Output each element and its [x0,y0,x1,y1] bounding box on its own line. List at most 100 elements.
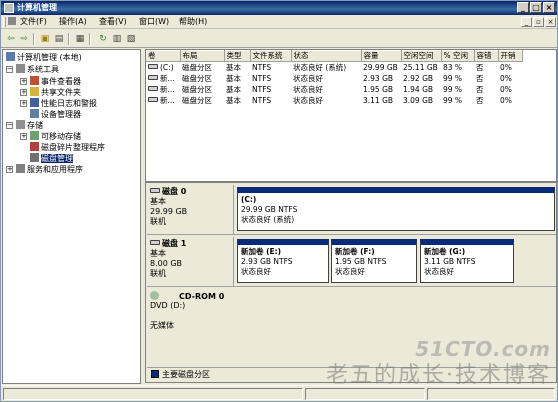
minimize-button[interactable]: _ [517,2,529,13]
tree-item-system-tools[interactable]: 系统工具 [16,64,59,75]
tree-item-perf-logs[interactable]: 性能日志和警报 [30,98,97,109]
disk-management-icon [30,153,39,162]
mdi-minimize-button[interactable]: _ [521,17,532,27]
volume-list: 卷 布局 类型 文件系统 状态 容量 空闲空间 % 空闲 容错 开销 (C:) … [145,49,557,182]
volume-table-header: 卷 布局 类型 文件系统 状态 容量 空闲空间 % 空闲 容错 开销 [146,50,523,62]
expand-icon[interactable]: + [6,166,13,173]
console-tree: 计算机管理 (本地) − 系统工具 + 事件查看器 + 共享文件夹 + 性能日志… [2,49,141,384]
expand-icon[interactable]: + [20,100,27,107]
title-bar[interactable]: 计算机管理 _ □ × [1,1,557,15]
partition-legend: 主要磁盘分区 [147,367,556,381]
menu-window[interactable]: 窗口(W) [139,17,169,27]
tree-item-removable-storage[interactable]: 可移动存储 [30,131,81,142]
table-row[interactable]: (C:) 磁盘分区 基本 NTFS 状态良好 (系统) 29.99 GB 25.… [146,62,522,74]
volume-table: 卷 布局 类型 文件系统 状态 容量 空闲空间 % 空闲 容错 开销 (C:) … [146,50,523,106]
app-icon [4,3,14,13]
menu-file[interactable]: 文件(F) [20,17,47,27]
removable-storage-icon [30,131,39,140]
col-layout[interactable]: 布局 [180,50,225,62]
mdi-restore-button[interactable]: ▫ [533,17,544,27]
menu-action[interactable]: 操作(A) [59,17,87,27]
show-tree-icon[interactable]: ▤ [53,33,65,45]
disk-icon [150,188,160,193]
status-bar [1,385,557,401]
partition-g[interactable]: 新加卷 (G:) 3.11 GB NTFS 状态良好 [420,239,514,283]
menu-view[interactable]: 查看(V) [99,17,127,27]
volume-icon [148,64,158,69]
partition-f[interactable]: 新加卷 (F:) 1.95 GB NTFS 状态良好 [331,239,417,283]
graphical-disk-view: 磁盘 0 基本 29.99 GB 联机 (C:) 29.99 GB NTFS 状… [145,182,557,383]
cdrom-0-label[interactable]: CD-ROM 0 DVD (D:) 无媒体 [147,289,267,335]
col-overhead[interactable]: 开销 [498,50,523,62]
device-manager-icon [30,109,39,118]
performance-icon [30,98,39,107]
window-title: 计算机管理 [17,3,57,12]
volume-icon [148,86,158,91]
disk-0-row[interactable]: 磁盘 0 基本 29.99 GB 联机 (C:) 29.99 GB NTFS 状… [147,185,556,235]
tree-item-shared-folders[interactable]: 共享文件夹 [30,87,81,98]
expand-icon[interactable]: + [20,78,27,85]
menu-bar: 文件(F) 操作(A) 查看(V) 窗口(W) 帮助(H) _ ▫ × [1,15,557,29]
status-cell [3,388,303,400]
toolbar-separator [89,33,91,45]
table-row[interactable]: 新... 磁盘分区 基本 NTFS 状态良好 2.93 GB 2.92 GB 9… [146,73,522,84]
collapse-icon[interactable]: − [6,66,13,73]
cdrom-icon [150,291,159,300]
console-icon[interactable]: ▧ [125,33,137,45]
menu-help[interactable]: 帮助(H) [179,17,207,27]
back-icon[interactable]: ⇦ [5,33,17,45]
shared-folder-icon [30,87,39,96]
toolbar: ⇦ ⇨ ▣ ▤ ▦ ↻ ▥ ▧ [1,30,557,48]
mmc-doc-icon [8,17,16,25]
close-button[interactable]: × [543,2,555,13]
maximize-button[interactable]: □ [530,2,542,13]
disk-icon [150,240,160,245]
cdrom-0-row[interactable]: CD-ROM 0 DVD (D:) 无媒体 [147,289,556,335]
volume-icon [148,97,158,102]
defrag-icon [30,142,39,151]
tree-item-computer-management[interactable]: 计算机管理 (本地) [6,52,82,63]
col-volume[interactable]: 卷 [146,50,181,62]
forward-icon[interactable]: ⇨ [18,33,30,45]
table-row[interactable]: 新... 磁盘分区 基本 NTFS 状态良好 3.11 GB 3.09 GB 9… [146,95,522,106]
toolbar-separator [68,33,70,45]
up-folder-icon[interactable]: ▣ [39,33,51,45]
computer-icon [6,52,15,61]
status-cell [427,388,555,400]
disk-1-label[interactable]: 磁盘 1 基本 8.00 GB 联机 [147,237,234,286]
partition-e[interactable]: 新加卷 (E:) 2.93 GB NTFS 状态良好 [237,239,329,283]
expand-icon[interactable]: + [20,133,27,140]
col-filesystem[interactable]: 文件系统 [250,50,292,62]
partition-c[interactable]: (C:) 29.99 GB NTFS 状态良好 (系统) [237,187,555,231]
event-viewer-icon [30,76,39,85]
disk-0-label[interactable]: 磁盘 0 基本 29.99 GB 联机 [147,185,234,234]
table-row[interactable]: 新... 磁盘分区 基本 NTFS 状态良好 1.95 GB 1.94 GB 9… [146,84,522,95]
properties-icon[interactable]: ▦ [74,33,86,45]
primary-partition-swatch [151,370,159,378]
refresh-icon[interactable]: ↻ [97,33,109,45]
col-status[interactable]: 状态 [291,50,362,62]
mdi-close-button[interactable]: × [545,17,556,27]
col-fault-tolerance[interactable]: 容错 [474,50,499,62]
collapse-icon[interactable]: − [6,122,13,129]
col-free-space[interactable]: 空闲空间 [401,50,442,62]
services-icon [16,164,25,173]
tree-item-defrag[interactable]: 磁盘碎片整理程序 [30,142,105,153]
status-cell [305,388,425,400]
col-type[interactable]: 类型 [224,50,251,62]
tree-item-event-viewer[interactable]: 事件查看器 [30,76,81,87]
tree-item-services-apps[interactable]: 服务和应用程序 [16,164,83,175]
col-capacity[interactable]: 容量 [361,50,402,62]
storage-icon [16,120,25,129]
tree-item-device-manager[interactable]: 设备管理器 [30,109,81,120]
volume-icon [148,75,158,80]
tools-icon [16,64,25,73]
menu-grip [3,17,6,27]
export-icon[interactable]: ▥ [111,33,123,45]
expand-icon[interactable]: + [20,89,27,96]
disk-1-row[interactable]: 磁盘 1 基本 8.00 GB 联机 新加卷 (E:) 2.93 GB NTFS… [147,237,556,287]
computer-management-window: 计算机管理 _ □ × 文件(F) 操作(A) 查看(V) 窗口(W) 帮助(H… [0,0,558,402]
col-percent-free[interactable]: % 空闲 [441,50,475,62]
tree-item-storage[interactable]: 存储 [16,120,43,131]
tree-item-disk-management[interactable]: 磁盘管理 [30,153,73,164]
